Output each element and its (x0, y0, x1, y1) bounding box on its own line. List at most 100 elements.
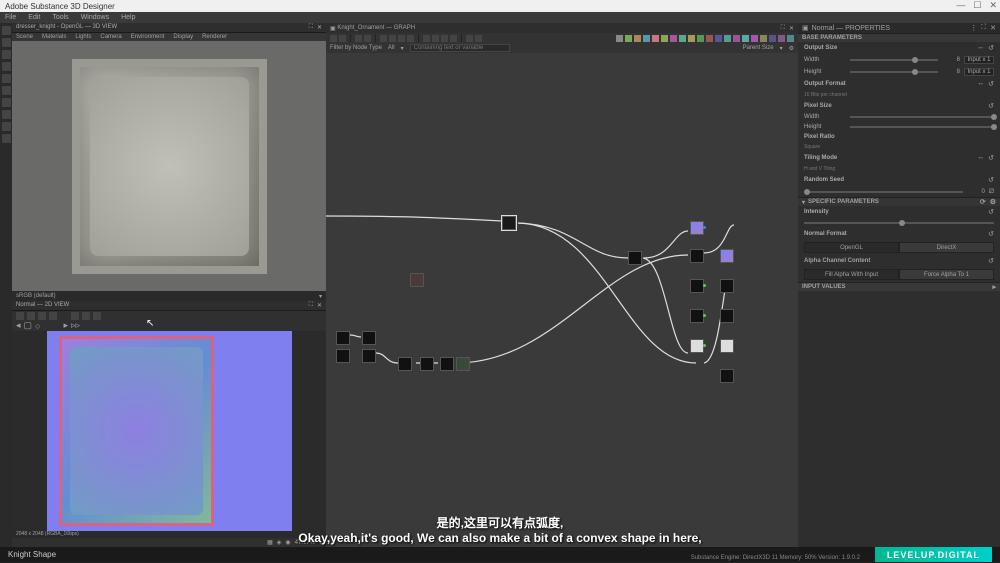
menu-file[interactable]: File (5, 14, 16, 21)
color-swatch[interactable] (697, 35, 704, 42)
skip-icon[interactable]: ▹▹ (71, 320, 80, 331)
fullscreen-icon[interactable]: ⛶ (781, 25, 785, 32)
close-icon[interactable]: ✕ (989, 0, 997, 11)
tool-icon[interactable] (27, 312, 35, 320)
fullscreen-icon[interactable]: ⛶ (981, 24, 986, 32)
close-icon[interactable]: ✕ (317, 24, 322, 31)
graph-node-normal-output[interactable] (690, 221, 704, 235)
tool-icon[interactable] (441, 35, 448, 42)
fullscreen-icon[interactable]: ⛶ (309, 24, 313, 31)
graph-node[interactable] (628, 251, 642, 265)
graph-node[interactable] (720, 339, 734, 353)
colorspace-dropdown[interactable]: sRGB (default) (16, 293, 56, 299)
tool-icon[interactable] (2, 110, 11, 119)
color-swatch[interactable] (769, 35, 776, 42)
view-icon[interactable]: ◉ (285, 539, 290, 546)
shuffle-icon[interactable]: ⚂ (989, 188, 994, 195)
play-icon[interactable]: ○ (35, 321, 40, 331)
alpha-fill-input[interactable]: Fill Alpha With Input (804, 269, 899, 280)
color-swatch[interactable] (778, 35, 785, 42)
settings-icon[interactable]: ⚙ (789, 45, 794, 52)
tool-icon[interactable] (49, 312, 57, 320)
graph-node[interactable] (690, 339, 704, 353)
reset-icon[interactable]: ↺ (988, 80, 994, 88)
dropdown-icon[interactable]: ▾ (319, 539, 322, 546)
tool-icon[interactable] (2, 62, 11, 71)
zoom-level[interactable]: 47.17% (295, 540, 315, 546)
section-specific-parameters[interactable]: ▾SPECIFIC PARAMETERS ⟳⚙ (798, 197, 1000, 206)
color-swatch[interactable] (688, 35, 695, 42)
height-slider[interactable] (850, 71, 938, 73)
fullscreen-icon[interactable]: ⛶ (309, 302, 313, 309)
menu-icon[interactable]: ⋮ (970, 24, 977, 32)
tool-icon[interactable] (38, 312, 46, 320)
tool-icon[interactable] (93, 312, 101, 320)
redo-icon[interactable] (364, 35, 371, 42)
submenu-scene[interactable]: Scene (16, 34, 33, 40)
menu-tools[interactable]: Tools (52, 14, 68, 21)
graph-node[interactable] (336, 349, 350, 363)
tool-icon[interactable] (71, 312, 79, 320)
tool-icon[interactable] (380, 35, 387, 42)
dropdown-icon[interactable]: ▾ (780, 45, 783, 52)
submenu-materials[interactable]: Materials (42, 34, 66, 40)
reset-icon[interactable]: ↺ (988, 44, 994, 52)
tool-icon[interactable] (423, 35, 430, 42)
minimize-icon[interactable]: — (956, 0, 965, 11)
save-icon[interactable] (330, 35, 337, 42)
maximize-icon[interactable]: ☐ (973, 0, 981, 11)
settings-icon[interactable]: ⚙ (990, 198, 996, 206)
tool-icon[interactable] (475, 35, 482, 42)
tool-icon[interactable] (389, 35, 396, 42)
color-swatch[interactable] (787, 35, 794, 42)
tool-icon[interactable] (2, 74, 11, 83)
tool-icon[interactable] (339, 35, 346, 42)
tool-icon[interactable] (432, 35, 439, 42)
width-slider[interactable] (850, 59, 938, 61)
tool-icon[interactable] (2, 38, 11, 47)
graph-node[interactable] (362, 349, 376, 363)
tool-icon[interactable] (2, 122, 11, 131)
menu-windows[interactable]: Windows (81, 14, 109, 21)
random-seed-slider[interactable] (804, 191, 963, 193)
color-swatch[interactable] (733, 35, 740, 42)
shuffle-icon[interactable]: ⟳ (980, 198, 986, 206)
color-swatch[interactable] (742, 35, 749, 42)
back-icon[interactable]: ◂ (16, 320, 21, 331)
grid-icon[interactable]: ▦ (267, 539, 273, 546)
tool-icon[interactable] (466, 35, 473, 42)
normal-format-directx[interactable]: DirectX (899, 242, 994, 253)
graph-node[interactable] (336, 331, 350, 345)
section-base-parameters[interactable]: BASE PARAMETERS (798, 33, 1000, 42)
reset-icon[interactable]: ↺ (988, 208, 994, 216)
color-swatch[interactable] (616, 35, 623, 42)
color-swatch[interactable] (643, 35, 650, 42)
tool-icon[interactable] (2, 50, 11, 59)
search-input[interactable] (410, 44, 510, 52)
submenu-display[interactable]: Display (173, 34, 193, 40)
close-icon[interactable]: ✕ (990, 24, 996, 32)
close-icon[interactable]: ✕ (789, 25, 794, 32)
expand-icon[interactable]: ▸ (992, 283, 996, 291)
viewport-2d[interactable] (12, 331, 326, 531)
submenu-lights[interactable]: Lights (75, 34, 91, 40)
menu-help[interactable]: Help (121, 14, 135, 21)
tool-icon[interactable] (2, 98, 11, 107)
tool-icon[interactable] (407, 35, 414, 42)
undo-icon[interactable] (355, 35, 362, 42)
tool-icon[interactable] (2, 86, 11, 95)
filter-dropdown[interactable]: All (388, 45, 395, 51)
color-swatch[interactable] (670, 35, 677, 42)
graph-node[interactable] (720, 369, 734, 383)
folder-icon[interactable]: ▢ (24, 320, 33, 331)
graph-node[interactable] (398, 357, 412, 371)
color-swatch[interactable] (634, 35, 641, 42)
color-swatch[interactable] (760, 35, 767, 42)
menu-edit[interactable]: Edit (28, 14, 40, 21)
reset-icon[interactable]: ↺ (988, 176, 994, 184)
graph-node[interactable] (440, 357, 454, 371)
graph-node[interactable] (690, 279, 704, 293)
view-icon[interactable]: ◈ (277, 539, 282, 546)
link-icon[interactable]: ↔ (977, 154, 984, 162)
link-icon[interactable]: ↔ (977, 44, 984, 52)
